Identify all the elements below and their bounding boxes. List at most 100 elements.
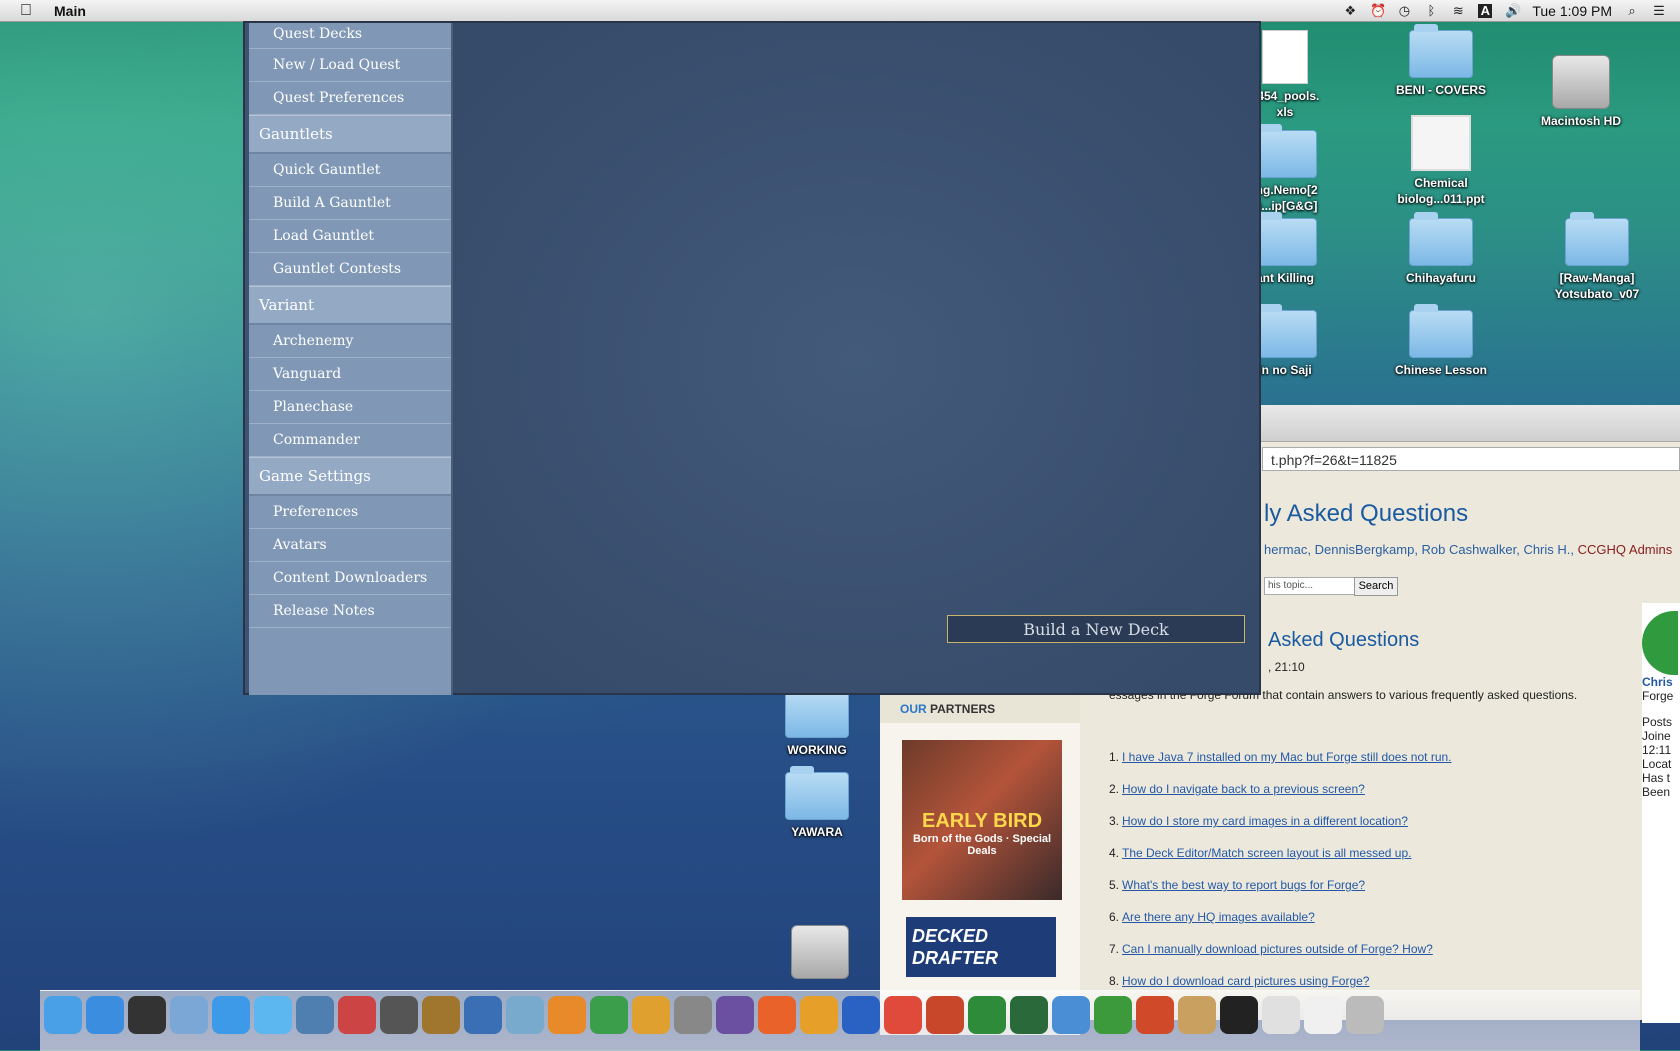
sidebar-item-release-notes[interactable]: Release Notes <box>249 595 451 628</box>
garageband-icon[interactable] <box>422 996 460 1034</box>
sidebar-item-quest-decks[interactable]: Quest Decks <box>249 23 451 49</box>
firefox-icon[interactable] <box>758 996 796 1034</box>
bluetooth-icon[interactable]: ᛒ <box>1424 3 1438 18</box>
sidebar-item-gauntlet-contests[interactable]: Gauntlet Contests <box>249 253 451 286</box>
search-button[interactable]: Search <box>1354 577 1398 596</box>
moderator-link[interactable]: Rob Cashwalker <box>1422 542 1517 557</box>
messages-icon[interactable] <box>254 996 292 1034</box>
word-icon[interactable] <box>842 996 880 1034</box>
instruments-icon[interactable] <box>716 996 754 1034</box>
sidebar-item-preferences[interactable]: Preferences <box>249 496 451 529</box>
faq-link[interactable]: How do I navigate back to a previous scr… <box>1122 782 1365 796</box>
desktop-macintosh-hd[interactable]: Macintosh HD <box>1526 55 1636 129</box>
app-store-icon[interactable] <box>86 996 124 1034</box>
dropbox-icon[interactable]: ❖ <box>1343 3 1357 18</box>
desktop-file-chemical[interactable]: Chemical biolog...011.ppt <box>1386 115 1496 207</box>
desktop-folder-yawara[interactable]: YAWARA <box>762 766 872 840</box>
faq-number: 3. <box>1109 814 1120 828</box>
dashboard-icon[interactable] <box>128 996 166 1034</box>
terminal-icon[interactable] <box>1220 996 1258 1034</box>
decked-drafter-ad[interactable]: DECKED DRAFTER <box>906 917 1056 977</box>
app-menu[interactable]: Main <box>54 3 86 19</box>
iphoto-icon[interactable] <box>296 996 334 1034</box>
time-machine-icon[interactable] <box>1010 996 1048 1034</box>
faq-link[interactable]: What's the best way to report bugs for F… <box>1122 878 1365 892</box>
faq-link[interactable]: How do I store my card images in a diffe… <box>1122 814 1408 828</box>
forum-title[interactable]: ly Asked Questions <box>1264 500 1468 528</box>
sidebar-item-quick-gauntlet[interactable]: Quick Gauntlet <box>249 154 451 187</box>
moderator-link[interactable]: CCGHQ Admins <box>1578 542 1673 557</box>
sidebar-item-content-downloaders[interactable]: Content Downloaders <box>249 562 451 595</box>
imovie-icon[interactable] <box>380 996 418 1034</box>
faq-link[interactable]: How do I download card pictures using Fo… <box>1122 974 1369 988</box>
pages-icon[interactable] <box>800 996 838 1034</box>
hard-drive-icon <box>1552 55 1610 109</box>
faq-link[interactable]: Are there any HQ images available? <box>1122 910 1315 924</box>
faq-link[interactable]: The Deck Editor/Match screen layout is a… <box>1122 846 1411 860</box>
volume-icon[interactable]: 🔊 <box>1505 3 1521 18</box>
spotlight-icon[interactable]: ⌕ <box>1625 3 1639 18</box>
contacts-icon[interactable] <box>1052 996 1090 1034</box>
moderator-link[interactable]: hermac <box>1264 542 1307 557</box>
itunes-icon[interactable] <box>506 996 544 1034</box>
moderator-link[interactable]: Chris H. <box>1523 542 1570 557</box>
early-bird-ad[interactable]: EARLY BIRD Born of the Gods · Special De… <box>902 740 1062 900</box>
author-info: 12:11 <box>1642 743 1672 757</box>
chrome-icon[interactable] <box>884 996 922 1034</box>
topic-search-input[interactable]: his topic... <box>1264 577 1361 595</box>
sidebar-item-vanguard[interactable]: Vanguard <box>249 358 451 391</box>
desktop-folder-working[interactable]: WORKING <box>762 684 872 758</box>
alarm-icon[interactable] <box>1136 996 1174 1034</box>
java-icon[interactable] <box>1262 996 1300 1034</box>
numbers-icon[interactable] <box>590 996 628 1034</box>
desktop-folder-beni[interactable]: BENI - COVERS <box>1386 24 1496 98</box>
build-new-deck-button[interactable]: Build a New Deck <box>947 615 1245 643</box>
moderator-link[interactable]: DennisBergkamp <box>1315 542 1415 557</box>
sidebar-item-commander[interactable]: Commander <box>249 424 451 457</box>
sidebar-item-new-load-quest[interactable]: New / Load Quest <box>249 49 451 82</box>
post-title[interactable]: Asked Questions <box>1268 629 1419 652</box>
system-preferences-icon[interactable] <box>674 996 712 1034</box>
photo-booth-icon[interactable] <box>338 996 376 1034</box>
trash-icon[interactable] <box>1346 996 1384 1034</box>
excel-icon[interactable] <box>968 996 1006 1034</box>
preview-icon[interactable] <box>170 996 208 1034</box>
powerpoint-icon[interactable] <box>926 996 964 1034</box>
desktop-drive[interactable] <box>765 925 875 983</box>
sidebar-item-quest-preferences[interactable]: Quest Preferences <box>249 82 451 115</box>
time-machine-icon[interactable]: ◷ <box>1397 3 1411 18</box>
wifi-icon[interactable]: ≋ <box>1451 3 1465 18</box>
faq-link[interactable]: I have Java 7 installed on my Mac but Fo… <box>1122 750 1452 764</box>
desktop-icon-label: Macintosh HD <box>1540 114 1621 128</box>
sidebar-item-planechase[interactable]: Planechase <box>249 391 451 424</box>
safari-icon[interactable] <box>212 996 250 1034</box>
list-item: 7. Can I manually download pictures outsi… <box>1109 942 1609 974</box>
author-name[interactable]: Chris <box>1642 675 1680 689</box>
section-header-gauntlets: Gauntlets <box>249 115 451 154</box>
avatar[interactable] <box>1642 611 1678 675</box>
desktop-folder-chihayafuru[interactable]: Chihayafuru <box>1386 212 1496 286</box>
apple-menu-icon[interactable]:  <box>20 2 36 19</box>
sidebar-item-build-gauntlet[interactable]: Build A Gauntlet <box>249 187 451 220</box>
quicktime-icon[interactable] <box>464 996 502 1034</box>
script-editor-icon[interactable] <box>1178 996 1216 1034</box>
presentation-icon <box>1411 115 1471 171</box>
finder-icon[interactable] <box>44 996 82 1034</box>
keynote-icon[interactable] <box>632 996 670 1034</box>
input-source-icon[interactable]: A <box>1478 3 1493 18</box>
sidebar-item-load-gauntlet[interactable]: Load Gauntlet <box>249 220 451 253</box>
address-bar[interactable]: t.php?f=26&t=11825 <box>1262 447 1680 471</box>
post-date: , 21:10 <box>1268 660 1305 674</box>
desktop-folder-yotsubato[interactable]: [Raw-Manga] Yotsubato_v07 <box>1542 212 1652 302</box>
faq-link[interactable]: Can I manually download pictures outside… <box>1122 942 1433 956</box>
documents-stack-icon[interactable] <box>1304 996 1342 1034</box>
downloads-icon[interactable] <box>1094 996 1132 1034</box>
sidebar-item-avatars[interactable]: Avatars <box>249 529 451 562</box>
menubar-clock[interactable]: Tue 1:09 PM <box>1532 3 1612 19</box>
ibooks-icon[interactable] <box>548 996 586 1034</box>
sidebar-item-archenemy[interactable]: Archenemy <box>249 325 451 358</box>
desktop-folder-chinese[interactable]: Chinese Lesson <box>1386 304 1496 378</box>
alarm-clock-icon[interactable]: ⏰ <box>1370 3 1386 18</box>
ad-subtitle: Born of the Gods · Special Deals <box>912 833 1052 857</box>
notification-center-icon[interactable]: ☰ <box>1652 3 1666 18</box>
